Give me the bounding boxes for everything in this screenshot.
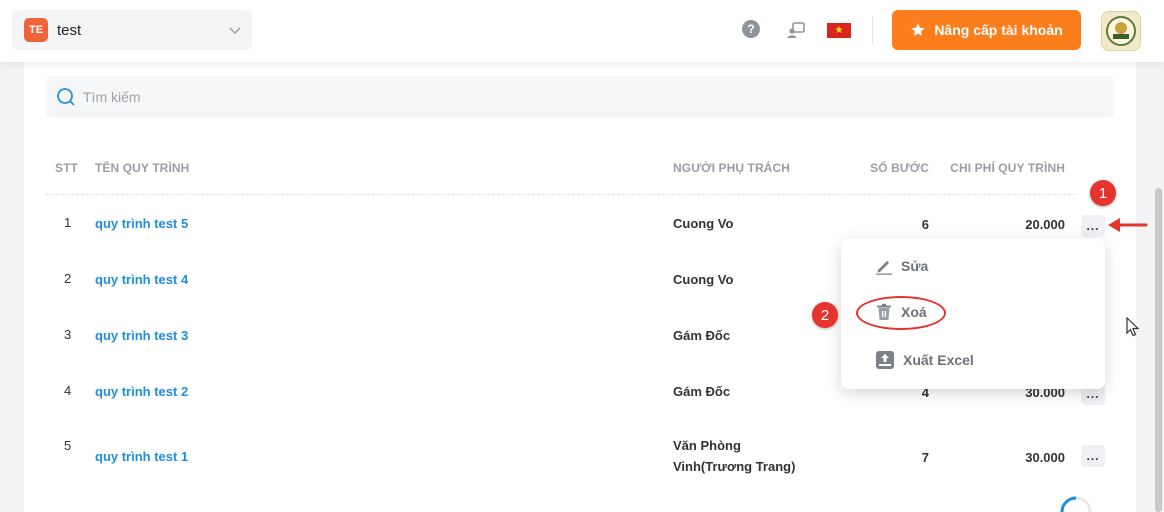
workspace-badge: TE bbox=[24, 18, 48, 42]
workspace-select[interactable]: TE test bbox=[12, 10, 252, 50]
annotation-step-2: 2 bbox=[812, 302, 838, 328]
menu-item-export-label: Xuất Excel bbox=[903, 352, 974, 368]
row-stt: 5 bbox=[64, 438, 72, 453]
workspace-name: test bbox=[57, 21, 82, 39]
help-icon[interactable]: ? bbox=[742, 20, 760, 38]
header-divider bbox=[872, 16, 873, 44]
search-input[interactable] bbox=[83, 89, 983, 105]
process-name-link[interactable]: quy trình test 5 bbox=[95, 216, 188, 231]
annotation-step-1: 1 bbox=[1090, 180, 1116, 206]
row-steps: 6 bbox=[921, 217, 929, 232]
mouse-cursor-icon bbox=[1126, 317, 1140, 337]
menu-item-edit[interactable]: Sửa bbox=[875, 257, 928, 275]
star-icon bbox=[911, 23, 925, 36]
top-header: TE test ? ★ Nâng cấp tài khoản bbox=[0, 0, 1164, 62]
row-stt: 4 bbox=[64, 383, 72, 398]
column-header-name: TÊN QUY TRÌNH bbox=[95, 161, 190, 175]
process-name-link[interactable]: quy trình test 2 bbox=[95, 384, 188, 399]
column-header-owner: NGƯỜI PHỤ TRÁCH bbox=[673, 161, 791, 175]
menu-item-edit-label: Sửa bbox=[901, 258, 929, 274]
row-stt: 1 bbox=[64, 215, 72, 230]
row-more-button[interactable]: ... bbox=[1081, 445, 1105, 467]
process-name-link[interactable]: quy trình test 3 bbox=[95, 328, 188, 343]
export-icon bbox=[876, 351, 894, 369]
column-header-cost: CHI PHÍ QUY TRÌNH bbox=[950, 161, 1065, 175]
header-divider-line bbox=[46, 194, 1076, 195]
row-steps: 7 bbox=[921, 450, 929, 465]
upgrade-account-label: Nâng cấp tài khoản bbox=[934, 22, 1063, 38]
annotation-highlight-oval bbox=[856, 296, 946, 330]
row-cost: 20.000 bbox=[1025, 217, 1065, 232]
row-owner: Văn Phòng bbox=[673, 438, 741, 453]
company-logo-icon bbox=[1106, 16, 1136, 46]
row-owner: Cuong Vo bbox=[673, 216, 734, 231]
upgrade-account-button[interactable]: Nâng cấp tài khoản bbox=[892, 10, 1081, 50]
row-cost: 30.000 bbox=[1025, 450, 1065, 465]
pencil-icon bbox=[876, 261, 892, 275]
row-owner: Gám Đốc bbox=[673, 328, 731, 343]
menu-item-export-excel[interactable]: Xuất Excel bbox=[875, 350, 974, 370]
row-owner: Gám Đốc bbox=[673, 384, 731, 399]
switch-account-icon[interactable] bbox=[786, 21, 806, 39]
process-name-link[interactable]: quy trình test 4 bbox=[95, 272, 188, 287]
scrollbar-thumb[interactable] bbox=[1155, 188, 1162, 512]
row-more-button[interactable]: ... bbox=[1081, 215, 1105, 237]
row-owner-line2: Vinh(Trương Trang) bbox=[673, 459, 796, 474]
process-name-link[interactable]: quy trình test 1 bbox=[95, 449, 188, 464]
vietnam-flag-icon[interactable]: ★ bbox=[827, 23, 851, 38]
column-header-steps: SỐ BƯỚC bbox=[870, 161, 929, 175]
chevron-down-icon bbox=[229, 27, 241, 35]
avatar[interactable] bbox=[1101, 11, 1141, 51]
arrow-left-icon bbox=[1108, 218, 1148, 232]
row-stt: 2 bbox=[64, 271, 72, 286]
page-scrollbar[interactable] bbox=[1153, 62, 1164, 512]
search-bar bbox=[46, 76, 1114, 118]
row-stt: 3 bbox=[64, 327, 72, 342]
column-header-stt: STT bbox=[55, 161, 78, 175]
search-icon bbox=[57, 88, 75, 106]
row-owner: Cuong Vo bbox=[673, 272, 734, 287]
loading-spinner-icon bbox=[1060, 496, 1092, 512]
